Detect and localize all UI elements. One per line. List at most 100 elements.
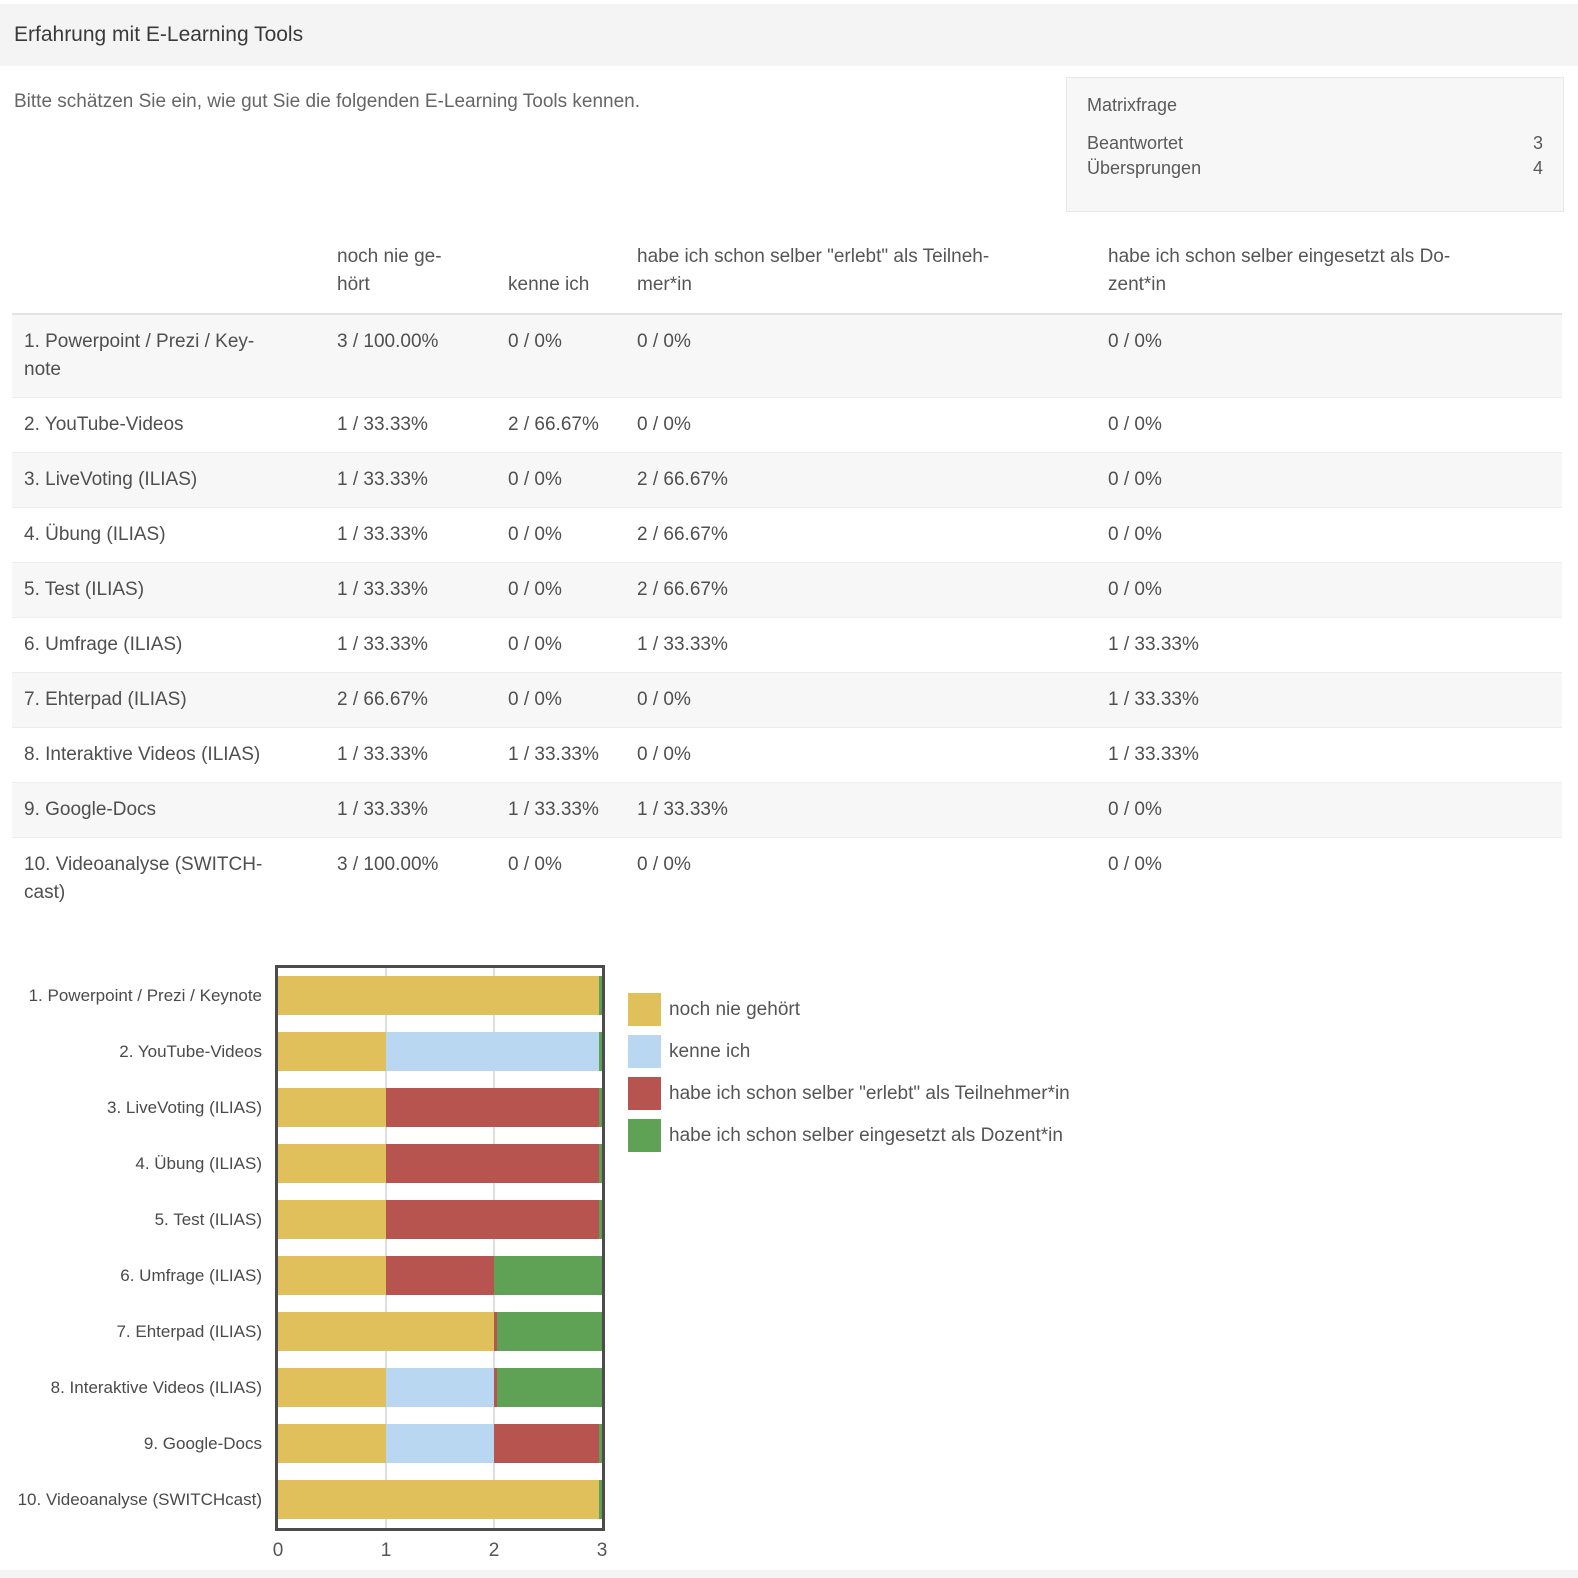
answered-value: 3 <box>1533 131 1543 156</box>
row-label: 10. Videoanalyse (SWITCH- cast) <box>12 838 325 921</box>
skipped-row: Übersprungen 4 <box>1087 156 1543 181</box>
table-cell: 0 / 0% <box>496 453 625 508</box>
table-cell: 3 / 100.00% <box>325 314 496 398</box>
row-label: 9. Google-Docs <box>12 783 325 838</box>
page-title: Erfahrung mit E-Learning Tools <box>14 23 303 47</box>
category-label: 2. YouTube-Videos <box>0 1038 262 1066</box>
bar-segment <box>386 1200 602 1239</box>
bar-segment <box>494 1368 602 1407</box>
column-header: habe ich schon selber "erlebt" als Teiln… <box>625 243 1096 314</box>
table-cell: 1 / 33.33% <box>625 618 1096 673</box>
legend-swatch <box>628 1077 661 1110</box>
bar-segment-sliver <box>599 1200 602 1239</box>
table-row: 7. Ehterpad (ILIAS)2 / 66.67%0 / 0%0 / 0… <box>12 673 1562 728</box>
legend-item: noch nie gehört <box>628 993 800 1026</box>
bar-segment <box>278 1480 602 1519</box>
category-label: 6. Umfrage (ILIAS) <box>0 1262 262 1290</box>
bar-segment <box>494 1424 602 1463</box>
legend-swatch <box>628 1035 661 1068</box>
legend-swatch <box>628 993 661 1026</box>
table-header-row: noch nie ge- hörtkenne ichhabe ich schon… <box>12 243 1562 314</box>
survey-results-page: Erfahrung mit E-Learning Tools Bitte sch… <box>0 0 1578 1578</box>
table-cell: 0 / 0% <box>625 673 1096 728</box>
bar-segment <box>278 1200 386 1239</box>
bar-segment-sliver <box>599 1480 602 1519</box>
question-text: Bitte schätzen Sie ein, wie gut Sie die … <box>14 88 1034 116</box>
table-cell: 0 / 0% <box>496 673 625 728</box>
bar-segment <box>494 1312 602 1351</box>
table-cell: 0 / 0% <box>1096 314 1562 398</box>
category-label: 9. Google-Docs <box>0 1430 262 1458</box>
table-cell: 0 / 0% <box>496 618 625 673</box>
row-label: 5. Test (ILIAS) <box>12 563 325 618</box>
row-label: 3. LiveVoting (ILIAS) <box>12 453 325 508</box>
category-label: 8. Interaktive Videos (ILIAS) <box>0 1374 262 1402</box>
question-type-label: Matrixfrage <box>1087 95 1543 116</box>
bar-segment <box>278 1144 386 1183</box>
table-row: 10. Videoanalyse (SWITCH- cast)3 / 100.0… <box>12 838 1562 921</box>
legend-label: kenne ich <box>669 1041 750 1063</box>
results-table: noch nie ge- hörtkenne ichhabe ich schon… <box>12 243 1562 920</box>
category-label: 1. Powerpoint / Prezi / Keynote <box>0 982 262 1010</box>
table-cell: 0 / 0% <box>496 314 625 398</box>
table-cell: 1 / 33.33% <box>325 398 496 453</box>
row-label: 6. Umfrage (ILIAS) <box>12 618 325 673</box>
x-axis-tick: 3 <box>580 1540 624 1562</box>
bar-segment <box>386 1088 602 1127</box>
category-label: 3. LiveVoting (ILIAS) <box>0 1094 262 1122</box>
table-cell: 1 / 33.33% <box>625 783 1096 838</box>
bar-segment-sliver <box>599 1424 602 1463</box>
table-cell: 0 / 0% <box>1096 398 1562 453</box>
table-cell: 1 / 33.33% <box>496 728 625 783</box>
table-cell: 2 / 66.67% <box>325 673 496 728</box>
bar-segment-sliver <box>599 1088 602 1127</box>
table-cell: 0 / 0% <box>625 314 1096 398</box>
bar-segment-sliver <box>599 1032 602 1071</box>
legend-item: habe ich schon selber "erlebt" als Teiln… <box>628 1077 1070 1110</box>
row-label: 7. Ehterpad (ILIAS) <box>12 673 325 728</box>
category-label: 10. Videoanalyse (SWITCHcast) <box>0 1486 262 1514</box>
table-row: 4. Übung (ILIAS)1 / 33.33%0 / 0%2 / 66.6… <box>12 508 1562 563</box>
question-info-box: Matrixfrage Beantwortet 3 Übersprungen 4 <box>1066 77 1564 212</box>
bar-segment <box>278 1256 386 1295</box>
column-header: habe ich schon selber eingesetzt als Do-… <box>1096 243 1562 314</box>
row-label: 8. Interaktive Videos (ILIAS) <box>12 728 325 783</box>
bar-segment <box>278 1368 386 1407</box>
table-row: 1. Powerpoint / Prezi / Key- note3 / 100… <box>12 314 1562 398</box>
category-label: 4. Übung (ILIAS) <box>0 1150 262 1178</box>
table-cell: 2 / 66.67% <box>625 453 1096 508</box>
table-row: 8. Interaktive Videos (ILIAS)1 / 33.33%1… <box>12 728 1562 783</box>
bar-segment <box>386 1368 494 1407</box>
bar-segment-sliver <box>599 1144 602 1183</box>
table-cell: 1 / 33.33% <box>1096 673 1562 728</box>
corner-cell <box>12 243 325 314</box>
category-label: 7. Ehterpad (ILIAS) <box>0 1318 262 1346</box>
table-cell: 0 / 0% <box>1096 783 1562 838</box>
x-axis-tick: 1 <box>364 1540 408 1562</box>
legend-swatch <box>628 1119 661 1152</box>
skipped-value: 4 <box>1533 156 1543 181</box>
bar-segment <box>278 1424 386 1463</box>
bar-segment <box>494 1256 602 1295</box>
table-cell: 1 / 33.33% <box>325 453 496 508</box>
bar-segment-sliver <box>599 976 602 1015</box>
table-cell: 0 / 0% <box>1096 453 1562 508</box>
skipped-label: Übersprungen <box>1087 156 1201 181</box>
x-axis-tick: 2 <box>472 1540 516 1562</box>
table-cell: 1 / 33.33% <box>325 728 496 783</box>
table-cell: 2 / 66.67% <box>625 508 1096 563</box>
column-header: noch nie ge- hört <box>325 243 496 314</box>
table-row: 3. LiveVoting (ILIAS)1 / 33.33%0 / 0%2 /… <box>12 453 1562 508</box>
answered-label: Beantwortet <box>1087 131 1183 156</box>
column-header: kenne ich <box>496 243 625 314</box>
legend-label: habe ich schon selber eingesetzt als Doz… <box>669 1125 1063 1147</box>
row-label: 1. Powerpoint / Prezi / Key- note <box>12 314 325 398</box>
stacked-bar-chart: 1. Powerpoint / Prezi / Keynote 2. YouTub… <box>0 940 1578 1578</box>
table-cell: 2 / 66.67% <box>496 398 625 453</box>
table-cell: 0 / 0% <box>496 508 625 563</box>
legend-item: kenne ich <box>628 1035 750 1068</box>
bar-segment <box>278 1088 386 1127</box>
category-label: 5. Test (ILIAS) <box>0 1206 262 1234</box>
table-row: 2. YouTube-Videos1 / 33.33%2 / 66.67%0 /… <box>12 398 1562 453</box>
table-cell: 1 / 33.33% <box>325 508 496 563</box>
